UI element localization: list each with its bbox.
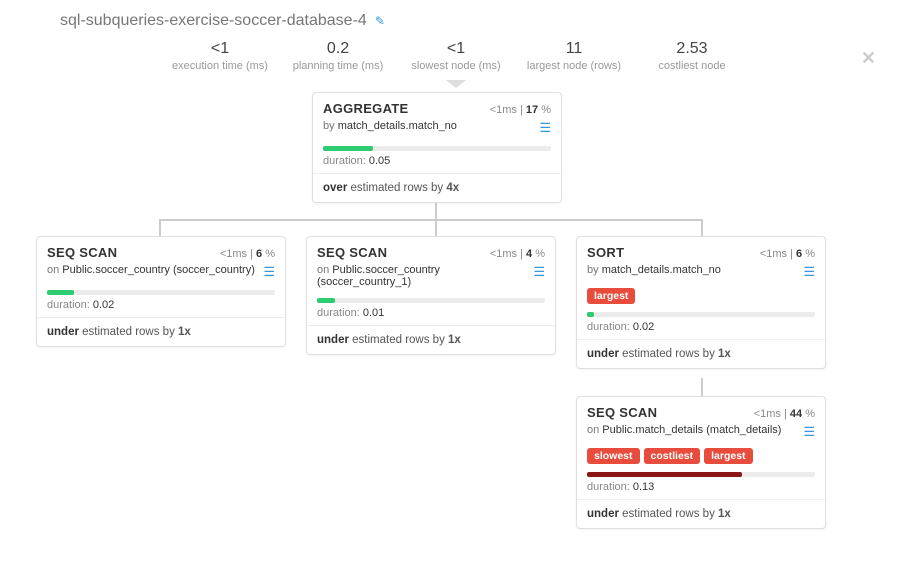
stat-value: 0.2 <box>327 40 349 58</box>
stat-exec-time: <1 execution time (ms) <box>170 40 270 72</box>
node-subtitle: by match_details.match_no <box>587 264 721 276</box>
duration-row: duration: 0.02 <box>37 297 285 317</box>
node-subtitle: on Public.match_details (match_details) <box>587 424 781 436</box>
duration-row: duration: 0.02 <box>577 319 825 339</box>
node-aggregate[interactable]: AGGREGATE <1ms | 17 % by match_details.m… <box>312 92 562 203</box>
stat-label: costliest node <box>658 60 725 72</box>
duration-row: duration: 0.05 <box>313 153 561 173</box>
stat-value: <1 <box>211 40 229 58</box>
plan-tree: AGGREGATE <1ms | 17 % by match_details.m… <box>0 88 912 528</box>
arrow-down-icon <box>446 80 466 88</box>
node-type: SEQ SCAN <box>47 245 117 260</box>
node-stats: <1ms | 4 % <box>490 248 545 260</box>
stat-plan-time: 0.2 planning time (ms) <box>288 40 388 72</box>
node-type: SEQ SCAN <box>317 245 387 260</box>
stat-largest: 11 largest node (rows) <box>524 40 624 72</box>
node-subtitle: on Public.soccer_country (soccer_country… <box>47 264 255 276</box>
estimate-row: under estimated rows by 1x <box>577 340 825 368</box>
estimate-row: under estimated rows by 1x <box>37 318 285 346</box>
node-stats: <1ms | 6 % <box>220 248 275 260</box>
node-stats: <1ms | 17 % <box>490 104 551 116</box>
duration-row: duration: 0.13 <box>577 479 825 499</box>
stat-label: execution time (ms) <box>172 60 268 72</box>
badge-largest: largest <box>587 288 635 304</box>
summary-stats: <1 execution time (ms) 0.2 planning time… <box>0 40 912 72</box>
node-seqscan-soccer-country[interactable]: SEQ SCAN <1ms | 6 % on Public.soccer_cou… <box>36 236 286 347</box>
node-type: SEQ SCAN <box>587 405 657 420</box>
stat-value: 11 <box>566 40 583 58</box>
node-type: AGGREGATE <box>323 101 409 116</box>
badge-largest: largest <box>704 448 752 464</box>
database-icon[interactable]: ☰ <box>803 264 815 280</box>
stat-value: <1 <box>447 40 465 58</box>
node-sort[interactable]: SORT <1ms | 6 % by match_details.match_n… <box>576 236 826 369</box>
database-icon[interactable]: ☰ <box>539 120 551 136</box>
duration-bar <box>587 472 815 477</box>
stat-label: planning time (ms) <box>293 60 383 72</box>
database-icon[interactable]: ☰ <box>533 264 545 280</box>
stat-value: 2.53 <box>676 40 707 58</box>
duration-bar <box>47 290 275 295</box>
badge-slowest: slowest <box>587 448 640 464</box>
node-stats: <1ms | 6 % <box>760 248 815 260</box>
close-icon[interactable]: ✕ <box>861 48 876 69</box>
duration-bar <box>587 312 815 317</box>
node-stats: <1ms | 44 % <box>754 408 815 420</box>
duration-bar <box>323 146 551 151</box>
estimate-row: under estimated rows by 1x <box>307 326 555 354</box>
duration-bar <box>317 298 545 303</box>
node-subtitle: by match_details.match_no <box>323 120 457 132</box>
badge-costliest: costliest <box>644 448 701 464</box>
estimate-row: over estimated rows by 4x <box>313 174 561 202</box>
node-badges: largest <box>577 284 825 306</box>
stat-slowest: <1 slowest node (ms) <box>406 40 506 72</box>
estimate-row: under estimated rows by 1x <box>577 500 825 528</box>
duration-row: duration: 0.01 <box>307 305 555 325</box>
stat-label: largest node (rows) <box>527 60 621 72</box>
stat-label: slowest node (ms) <box>411 60 500 72</box>
node-subtitle: on Public.soccer_country (soccer_country… <box>317 264 533 288</box>
stat-costliest: 2.53 costliest node <box>642 40 742 72</box>
node-type: SORT <box>587 245 624 260</box>
database-icon[interactable]: ☰ <box>263 264 275 280</box>
node-seqscan-soccer-country-1[interactable]: SEQ SCAN <1ms | 4 % on Public.soccer_cou… <box>306 236 556 355</box>
node-badges: slowest costliest largest <box>577 444 825 466</box>
database-icon[interactable]: ☰ <box>803 424 815 440</box>
node-seqscan-match-details[interactable]: SEQ SCAN <1ms | 44 % on Public.match_det… <box>576 396 826 529</box>
page-title: sql-subqueries-exercise-soccer-database-… <box>60 12 367 30</box>
edit-title-icon[interactable]: ✎ <box>375 14 385 28</box>
